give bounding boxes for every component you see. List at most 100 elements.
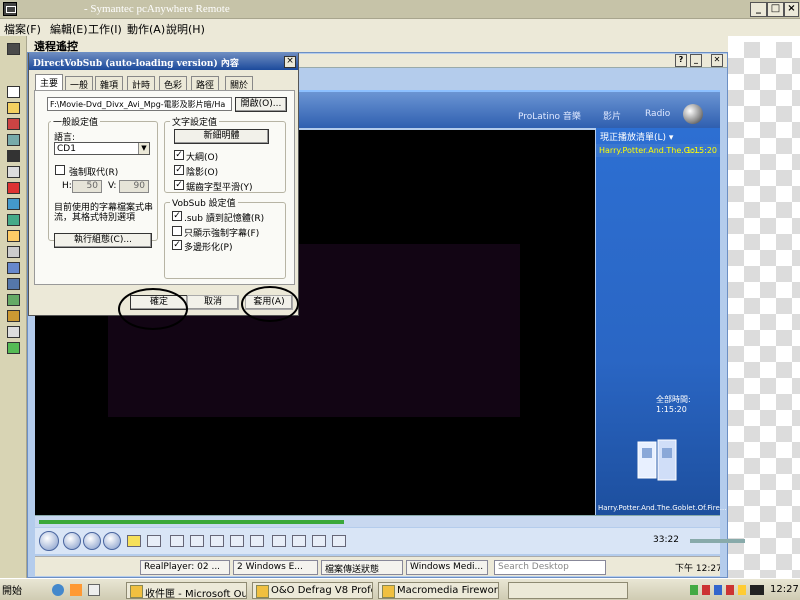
volume-slider[interactable] (690, 539, 745, 543)
start-button[interactable]: 開始 (2, 582, 22, 597)
minimize-button[interactable]: _ (750, 2, 767, 17)
ime-icon[interactable] (127, 535, 141, 547)
menu-tasks[interactable]: 工作(I) (88, 21, 122, 37)
playlist-item[interactable]: Harry.Potter.And.The.Go... 1:15:20 (596, 144, 720, 157)
player-logo-icon[interactable] (683, 104, 703, 124)
app-icon (3, 2, 17, 16)
h-spinner[interactable]: 50 (72, 180, 102, 193)
tool-icon[interactable] (230, 535, 244, 547)
outline-checkbox[interactable]: ✓ (174, 150, 184, 160)
tool-icon[interactable] (312, 535, 326, 547)
polygonize-checkbox[interactable]: ✓ (172, 240, 182, 250)
help-button[interactable]: ? (675, 54, 687, 67)
nav-radio[interactable]: Radio (645, 109, 670, 119)
tool-icon[interactable] (7, 198, 20, 210)
tool-icon[interactable] (7, 326, 20, 338)
directvobsub-dialog: DirectVobSub (auto-loading version) 內容 ×… (28, 53, 299, 316)
tool-icon[interactable] (7, 102, 20, 114)
tab-misc[interactable]: 雜項 (95, 76, 124, 91)
nav-music[interactable]: ProLatino 音樂 (518, 109, 581, 122)
tray-icon[interactable] (738, 585, 746, 595)
tool-icon[interactable] (7, 294, 20, 306)
forced-only-checkbox[interactable] (172, 226, 182, 236)
tool-icon[interactable] (170, 535, 184, 547)
tray-icon[interactable] (750, 585, 764, 595)
keyboard-icon[interactable] (272, 535, 286, 547)
annotation-circle-apply (241, 286, 299, 322)
tool-icon[interactable] (7, 134, 20, 146)
disconnect-icon[interactable] (7, 182, 20, 194)
antialias-checkbox[interactable]: ✓ (174, 180, 184, 190)
tool-icon[interactable] (292, 535, 306, 547)
keyboard-icon[interactable] (147, 535, 161, 547)
seek-bar[interactable] (35, 515, 720, 527)
tray-icon[interactable] (702, 585, 710, 595)
tab-color[interactable]: 色彩 (159, 76, 188, 91)
nav-video[interactable]: 影片 (603, 109, 621, 122)
tab-main[interactable]: 主要 (35, 74, 64, 91)
menu-action[interactable]: 動作(A) (127, 21, 165, 37)
tool-icon[interactable] (7, 262, 20, 274)
tool-icon[interactable] (7, 310, 20, 322)
rv-minimize-button[interactable]: _ (690, 54, 702, 67)
stop-icon[interactable] (63, 532, 81, 550)
tab-general[interactable]: 一般 (65, 76, 94, 91)
help-icon[interactable] (250, 535, 264, 547)
tab-path[interactable]: 路徑 (191, 76, 220, 91)
remote-task-wmp[interactable]: Windows Medi... (406, 560, 488, 575)
tray-icon[interactable] (714, 585, 722, 595)
configure-button[interactable]: 執行組態(C)... (54, 233, 152, 248)
menu-edit[interactable]: 編輯(E) (50, 21, 88, 37)
tool-icon[interactable] (7, 278, 20, 290)
help-icon[interactable] (332, 535, 346, 547)
remote-task-realplayer[interactable]: RealPlayer: 02 ... (140, 560, 230, 575)
tool-icon[interactable] (210, 535, 224, 547)
remote-task-transfer[interactable]: 檔案傳送狀態 (321, 560, 403, 575)
sub-memory-checkbox[interactable]: ✓ (172, 211, 182, 221)
tool-icon[interactable] (7, 150, 20, 162)
tool-icon[interactable] (7, 166, 20, 178)
window-title: - Symantec pcAnywhere Remote (84, 3, 230, 15)
cancel-button[interactable]: 取消 (187, 295, 239, 310)
task-outlook[interactable]: 收件匣 - Microsoft Outlook (126, 582, 247, 599)
subtitle-path-field[interactable]: F:\Movie-Dvd_Divx_Avi_Mpg-電影及影片暗/Ha (47, 97, 232, 111)
menu-file[interactable]: 檔案(F) (4, 21, 41, 37)
maximize-button[interactable]: □ (767, 2, 784, 17)
play-icon[interactable] (39, 531, 59, 551)
help-icon[interactable] (7, 86, 20, 98)
menu-help[interactable]: 說明(H) (166, 21, 205, 37)
seek-fill (39, 520, 344, 524)
playlist-header[interactable]: 現正播放清單(L) ▾ (600, 130, 673, 143)
open-button[interactable]: 開啟(O)... (235, 97, 287, 112)
v-spinner[interactable]: 90 (119, 180, 149, 193)
task-fireworks[interactable]: Macromedia Fireworks M... (378, 582, 499, 599)
tab-about[interactable]: 關於 (225, 76, 254, 91)
desktop-icon[interactable] (88, 584, 100, 596)
tab-timing[interactable]: 計時 (127, 76, 156, 91)
outlook-icon[interactable] (70, 584, 82, 596)
tray-icon[interactable] (690, 585, 698, 595)
tool-icon[interactable] (190, 535, 204, 547)
task-defrag[interactable]: O&O Defrag V8 Professio... (252, 582, 373, 599)
font-button[interactable]: 新細明體 (174, 129, 269, 144)
shadow-checkbox[interactable]: ✓ (174, 165, 184, 175)
remote-task-explorer[interactable]: 2 Windows E... (233, 560, 318, 575)
ie-icon[interactable] (52, 584, 64, 596)
tool-icon[interactable] (7, 214, 20, 226)
tool-icon[interactable] (7, 230, 20, 242)
prev-icon[interactable] (83, 532, 101, 550)
expand-icon[interactable] (7, 43, 20, 55)
force-override-checkbox[interactable] (55, 165, 65, 175)
close-button[interactable]: × (784, 2, 799, 17)
chevron-down-icon: ▼ (138, 143, 149, 154)
tray-icon[interactable] (726, 585, 734, 595)
rv-close-button[interactable]: ✕ (711, 54, 723, 67)
next-icon[interactable] (103, 532, 121, 550)
language-select[interactable]: CD1 ▼ (54, 142, 150, 155)
tool-icon[interactable] (7, 342, 20, 354)
desktop-search-input[interactable]: Search Desktop (494, 560, 606, 575)
tool-icon[interactable] (7, 246, 20, 258)
tool-icon[interactable] (7, 118, 20, 130)
dialog-close-button[interactable]: × (284, 56, 296, 68)
task-pcanywhere[interactable] (508, 582, 628, 599)
